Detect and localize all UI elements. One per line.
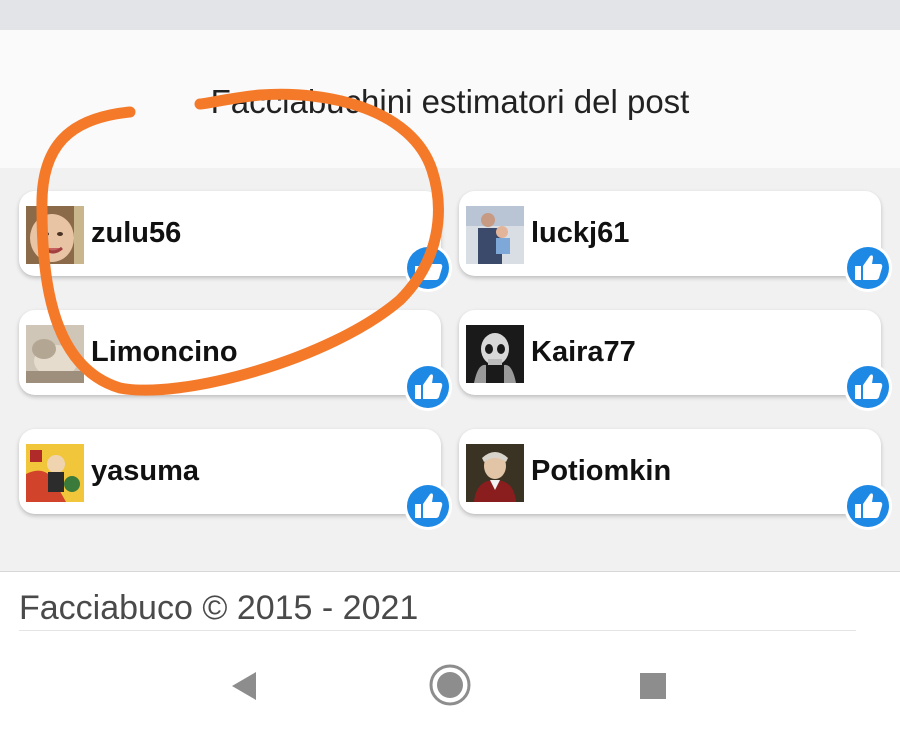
- username[interactable]: Limoncino: [91, 335, 238, 369]
- username[interactable]: luckj61: [531, 216, 629, 250]
- username[interactable]: Potiomkin: [531, 454, 671, 488]
- thumbs-up-icon: [843, 362, 893, 412]
- recents-icon[interactable]: [638, 671, 668, 701]
- user-card-limoncino[interactable]: Limoncino: [19, 310, 452, 411]
- avatar[interactable]: [466, 206, 524, 264]
- thumbs-up-icon: [403, 481, 453, 531]
- home-icon[interactable]: [428, 663, 472, 707]
- avatar[interactable]: [466, 444, 524, 502]
- avatar[interactable]: [26, 444, 84, 502]
- likers-list: zulu56 luckj61 Limoncino Kaira77 yasuma …: [0, 168, 900, 572]
- page-title: Facciabuchini estimatori del post: [210, 83, 690, 120]
- user-card-luckj61[interactable]: luckj61: [459, 191, 892, 292]
- avatar[interactable]: [26, 325, 84, 383]
- user-card-potiomkin[interactable]: Potiomkin: [459, 429, 892, 530]
- username[interactable]: yasuma: [91, 454, 199, 488]
- thumbs-up-icon: [403, 243, 453, 293]
- user-card-zulu56[interactable]: zulu56: [19, 191, 452, 292]
- user-card-yasuma[interactable]: yasuma: [19, 429, 452, 530]
- avatar[interactable]: [466, 325, 524, 383]
- username[interactable]: Kaira77: [531, 335, 636, 369]
- thumbs-up-icon: [403, 362, 453, 412]
- footer-copyright: Facciabuco © 2015 - 2021: [19, 589, 419, 627]
- user-card-kaira77[interactable]: Kaira77: [459, 310, 892, 411]
- thumbs-up-icon: [843, 481, 893, 531]
- footer-divider: [19, 630, 856, 631]
- back-icon[interactable]: [226, 668, 262, 704]
- avatar[interactable]: [26, 206, 84, 264]
- thumbs-up-icon: [843, 243, 893, 293]
- status-bar: [0, 0, 900, 30]
- username[interactable]: zulu56: [91, 216, 181, 250]
